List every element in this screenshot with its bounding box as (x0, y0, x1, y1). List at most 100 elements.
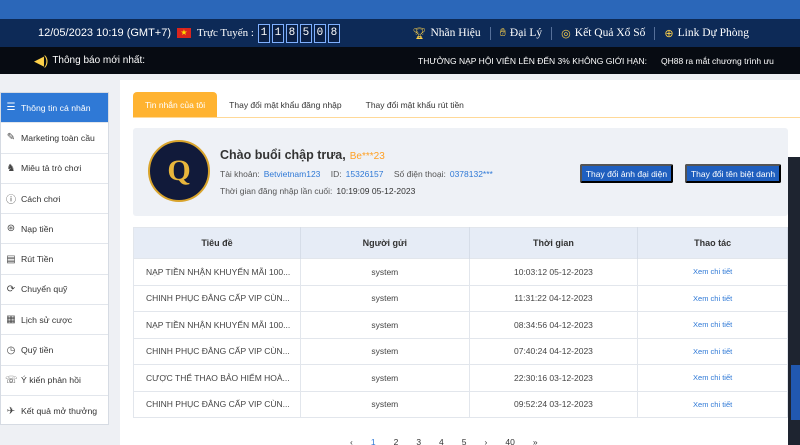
counter-digit: 0 (313, 23, 326, 43)
username: Be***23 (349, 151, 385, 162)
view-detail-link[interactable]: Xem chi tiết (637, 337, 788, 365)
main-panel: Tin nhắn của tôi Thay đổi mật khẩu đăng … (120, 80, 800, 445)
greeting: Chào buổi chập trưa, Be***23 (220, 148, 385, 162)
handshake-icon: ✋︎ (499, 26, 506, 39)
column-header-title: Tiêu đề (133, 227, 301, 259)
page-prev-button[interactable]: ‹ (350, 437, 353, 445)
view-detail-link[interactable]: Xem chi tiết (637, 364, 788, 391)
notice-bar: ◀) Thông báo mới nhất: THƯỞNG NẠP HỘI VI… (0, 47, 800, 74)
sidebar-item-bet-history[interactable]: ▦ Lịch sử cược (1, 305, 108, 336)
account-value: Betvietnam123 (263, 169, 321, 179)
list-icon: ☰ (6, 102, 16, 114)
message-sender: system (300, 258, 470, 285)
counter-digit: 1 (271, 23, 284, 43)
table-row[interactable]: NẠP TIỀN NHẬN KHUYẾN MÃI 100... system 1… (133, 258, 788, 285)
column-header-action: Thao tác (637, 227, 788, 259)
view-detail-link[interactable]: Xem chi tiết (637, 258, 788, 285)
sidebar: ☰ Thông tin cá nhân ✎ Marketing toàn cầu… (0, 92, 109, 425)
page-button[interactable]: 4 (439, 437, 444, 445)
account-label: Tài khoản: (220, 169, 260, 179)
messages-table: Tiêu đề Người gửi Thời gian Thao tác NẠP… (133, 227, 788, 418)
table-row[interactable]: CHINH PHỤC ĐẲNG CẤP VIP CÙN... system 07… (133, 337, 788, 365)
message-time: 09:52:24 03-12-2023 (469, 390, 639, 418)
info-icon: ⓘ (6, 195, 16, 207)
message-time: 10:03:12 05-12-2023 (469, 258, 639, 285)
page-button[interactable]: 40 (505, 437, 514, 445)
lottery-results-link-label: Kết Quả Xổ Số (574, 27, 646, 39)
page-last-button[interactable]: » (533, 437, 538, 445)
datetime: 12/05/2023 10:19 (GMT+7) (38, 27, 171, 39)
brand-link[interactable]: 🏆︎ Nhãn Hiệu (404, 27, 490, 40)
id-value: 15326157 (345, 169, 384, 179)
change-nickname-button[interactable]: Thay đổi tên biệt danh (685, 164, 781, 183)
sidebar-item-feedback[interactable]: ☏ Ý kiến phản hồi (1, 366, 108, 396)
online-label: Trực Tuyến : (197, 27, 254, 39)
feedback-icon: ☏ (5, 374, 18, 386)
message-time: 11:31:22 04-12-2023 (469, 284, 639, 312)
page-button[interactable]: 2 (394, 437, 399, 445)
table-row[interactable]: CHINH PHỤC ĐẲNG CẤP VIP CÙN... system 11… (133, 284, 788, 312)
message-time: 08:34:56 04-12-2023 (469, 311, 639, 338)
sidebar-item-deposit[interactable]: ⊛ Nạp tiền (1, 214, 108, 245)
fund-icon: ◷ (6, 344, 16, 356)
notice-marquee[interactable]: THƯỞNG NẠP HỘI VIÊN LÊN ĐẾN 3% KHÔNG GIỚ… (418, 56, 798, 66)
tab-change-withdraw-password[interactable]: Thay đổi mật khẩu rút tiền (354, 92, 476, 117)
view-detail-link[interactable]: Xem chi tiết (637, 284, 788, 312)
backup-link[interactable]: ⊕ Link Dự Phòng (654, 26, 758, 40)
view-detail-link[interactable]: Xem chi tiết (637, 390, 788, 418)
sidebar-item-personal-info[interactable]: ☰ Thông tin cá nhân (1, 93, 108, 124)
gamepad-icon: ♞ (6, 162, 16, 174)
history-icon: ▦ (6, 314, 16, 326)
message-title: NẠP TIỀN NHẬN KHUYẾN MÃI 100... (133, 311, 301, 338)
sidebar-item-fund[interactable]: ◷ Quỹ tiền (1, 335, 108, 366)
notice-label: Thông báo mới nhất: (52, 55, 146, 66)
sidebar-item-label: Marketing toàn cầu (21, 132, 95, 143)
sidebar-item-how-to-play[interactable]: ⓘ Cách chơi (1, 184, 108, 215)
agent-link[interactable]: ✋︎ Đại Lý (489, 26, 552, 40)
sidebar-item-label: Quỹ tiền (21, 345, 54, 356)
table-row[interactable]: CHINH PHỤC ĐẲNG CẤP VIP CÙN... system 09… (133, 390, 788, 418)
phone-value: 0378132*** (449, 169, 493, 179)
sidebar-item-label: Kết quả mở thưởng (21, 406, 98, 417)
message-sender: system (300, 337, 470, 365)
table-header-row: Tiêu đề Người gửi Thời gian Thao tác (133, 227, 788, 259)
sidebar-item-transfer[interactable]: ⟳ Chuyển quỹ (1, 275, 108, 306)
last-login-label: Thời gian đăng nhập lần cuối: (220, 186, 333, 196)
header-links: 🏆︎ Nhãn Hiệu ✋︎ Đại Lý ◎ Kết Quả Xổ Số ⊕… (404, 19, 758, 47)
table-row[interactable]: NẠP TIỀN NHẬN KHUYẾN MÃI 100... system 0… (133, 311, 788, 338)
column-header-time: Thời gian (469, 227, 639, 259)
page-button[interactable]: 1 (371, 437, 376, 445)
megaphone-icon: ✎ (6, 132, 16, 144)
sidebar-item-label: Cách chơi (21, 193, 61, 204)
transfer-icon: ⟳ (6, 283, 16, 295)
message-sender: system (300, 390, 470, 418)
last-login-row: Thời gian đăng nhập lần cuối: 10:19:09 05… (220, 186, 415, 196)
message-title: CƯỢC THỂ THAO BẢO HIỂM HOÀ... (133, 364, 301, 391)
lottery-results-link[interactable]: ◎ Kết Quả Xổ Số (551, 26, 654, 40)
page-button[interactable]: 5 (462, 437, 467, 445)
right-floating-button[interactable] (791, 365, 800, 420)
sidebar-item-label: Chuyển quỹ (21, 284, 68, 295)
sidebar-item-marketing[interactable]: ✎ Marketing toàn cầu (1, 123, 108, 154)
lottery-ball-icon: ◎ (561, 27, 571, 40)
view-detail-link[interactable]: Xem chi tiết (637, 311, 788, 338)
change-avatar-button[interactable]: Thay đổi ảnh đại diện (580, 164, 673, 183)
message-title: NẠP TIỀN NHẬN KHUYẾN MÃI 100... (133, 258, 301, 285)
column-header-sender: Người gửi (300, 227, 470, 259)
sidebar-item-withdraw[interactable]: ▤ Rút Tiền (1, 244, 108, 275)
tab-my-messages[interactable]: Tin nhắn của tôi (133, 92, 218, 117)
sidebar-item-results[interactable]: ✈ Kết quả mở thưởng (1, 396, 108, 426)
message-title: CHINH PHỤC ĐẲNG CẤP VIP CÙN... (133, 284, 301, 312)
brand-link-label: Nhãn Hiệu (430, 27, 481, 39)
phone-label: Số điện thoại: (393, 169, 446, 179)
notice-message: QH88 ra mắt chương trình ưu (661, 55, 774, 66)
avatar[interactable]: Q (148, 140, 210, 202)
trophy-icon: 🏆︎ (412, 27, 427, 40)
sidebar-item-game-description[interactable]: ♞ Miêu tả trò chơi (1, 154, 108, 184)
results-icon: ✈ (6, 405, 16, 417)
sidebar-item-label: Ý kiến phản hồi (21, 375, 81, 386)
table-row[interactable]: CƯỢC THỂ THAO BẢO HIỂM HOÀ... system 22:… (133, 364, 788, 391)
tab-change-login-password[interactable]: Thay đổi mật khẩu đăng nhập (217, 92, 353, 117)
page-button[interactable]: 3 (416, 437, 421, 445)
page-next-button[interactable]: › (485, 437, 488, 445)
